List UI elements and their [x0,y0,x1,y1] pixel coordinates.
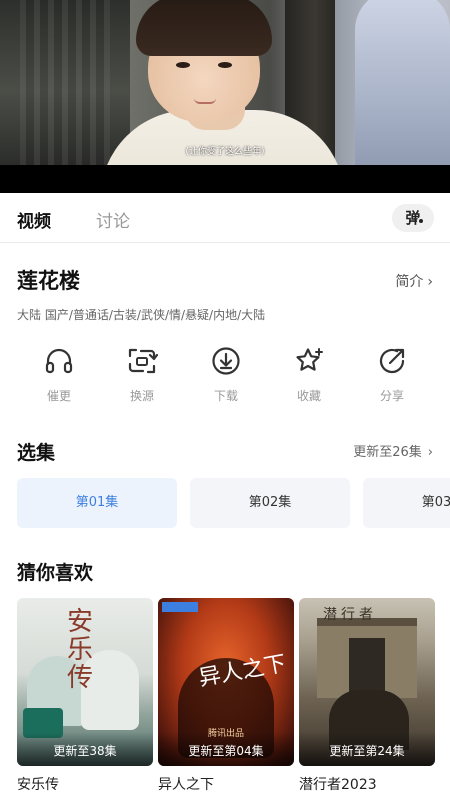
favorite-button[interactable]: 收藏 [267,345,351,404]
danmu-status-icon [417,217,425,225]
urge-update-button[interactable]: 催更 [17,345,101,404]
episode-status-badge: 更新至第24集 [299,732,435,766]
episodes-update-status: 更新至26集 [353,445,422,460]
download-label: 下载 [213,389,238,403]
episode-status-badge: 更新至第04集 [158,732,294,766]
show-title: 莲花楼 [17,269,80,293]
poster-sign: 潜行者 [323,607,377,623]
switch-source-label: 换源 [129,389,154,403]
video-subtitle: (让你受了这么些年) [185,147,265,157]
detail-tabs: 视频 讨论 弹 [0,193,450,243]
tab-video[interactable]: 视频 [17,207,51,232]
actor-hair [136,0,272,56]
episode-item[interactable]: 第02集 [190,478,350,528]
intro-label: 简介 [395,274,424,290]
favorite-label: 收藏 [296,389,321,403]
show-tags: 大陆 国产/普通话/古装/武侠/情/悬疑/内地/大陆 [17,308,266,322]
switch-source-icon [128,348,158,374]
danmu-toggle-button[interactable]: 弹 [392,204,434,232]
episodes-more-link[interactable]: 更新至26集 › [353,441,433,460]
video-player[interactable]: (让你受了这么些年) [0,0,450,193]
recommend-list: 安乐传 更新至38集 安乐传 异人之下 腾讯出品 更新至第04集 异人之下 潜行… [17,598,450,800]
card-title: 安乐传 [17,777,59,793]
download-button[interactable]: 下载 [184,345,268,404]
video-frame[interactable]: (让你受了这么些年) [0,0,450,165]
download-icon [212,347,240,375]
poster-calligraphy: 安乐传 [67,607,94,693]
headphones-icon [45,348,73,374]
urge-update-label: 催更 [46,389,71,403]
tab-discussion[interactable]: 讨论 [96,207,130,232]
actor-eye-right [218,62,232,68]
scene-background-figure [355,0,450,165]
share-label: 分享 [379,389,404,403]
share-icon [379,348,405,374]
poster-image: 异人之下 腾讯出品 更新至第04集 [158,598,294,766]
poster-corner-tag [162,602,198,612]
recommend-card[interactable]: 潜行者 更新至第24集 潜行者2023 [299,598,435,794]
episode-list: 第01集 第02集 第03集 [17,478,450,528]
card-title: 异人之下 [158,777,214,793]
star-icon [296,348,323,371]
poster-door [349,638,385,698]
scene-wall-texture [20,0,110,165]
chevron-right-icon: › [427,274,433,290]
episode-item[interactable]: 第03集 [363,478,450,528]
card-title: 潜行者2023 [299,777,377,793]
poster-image: 潜行者 更新至第24集 [299,598,435,766]
action-bar: 催更 换源 下载 收藏 分享 [0,345,450,411]
intro-link[interactable]: 简介 › [395,271,433,291]
recommend-title: 猜你喜欢 [17,562,94,584]
actor-eye-left [176,62,190,68]
episodes-title: 选集 [17,442,56,464]
episode-item[interactable]: 第01集 [17,478,177,528]
recommend-card[interactable]: 安乐传 更新至38集 安乐传 [17,598,153,794]
poster-image: 安乐传 更新至38集 [17,598,153,766]
share-button[interactable]: 分享 [350,345,434,404]
recommend-card[interactable]: 异人之下 腾讯出品 更新至第04集 异人之下 [158,598,294,794]
episode-status-badge: 更新至38集 [17,732,153,766]
switch-source-button[interactable]: 换源 [100,345,184,404]
actor-mouth [194,98,216,104]
chevron-right-icon: › [427,445,433,460]
